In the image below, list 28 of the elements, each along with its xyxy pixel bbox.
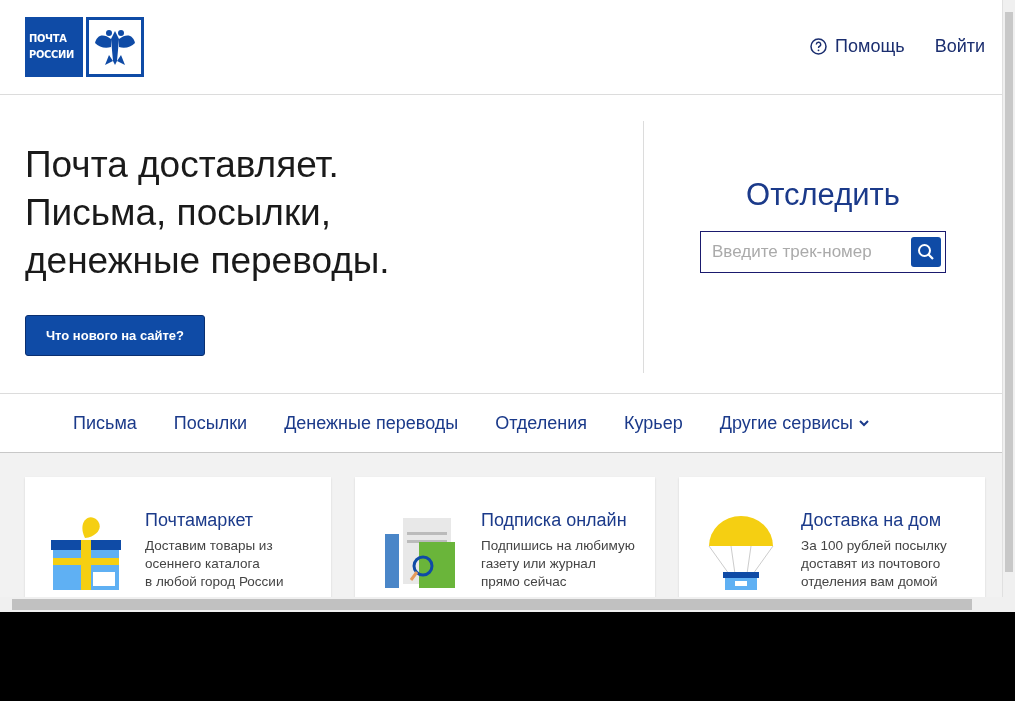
search-icon (917, 243, 935, 261)
nav-link[interactable]: Посылки (173, 412, 248, 434)
track-title: Отследить (746, 177, 900, 213)
logo-wordmark[interactable]: ПОЧТА РОССИИ (25, 17, 83, 77)
nav-link[interactable]: Денежные переводы (284, 412, 459, 434)
service-card[interactable]: Доставка на дом За 100 рублей посылку доставят из почтового отделения вам домой (679, 477, 985, 597)
service-card[interactable]: Почтамаркет Доставим товары из осеннего каталога в любой город России (25, 477, 331, 597)
card-description: Подпишись на любимую газету или журнал прямо сейчас (481, 537, 635, 591)
nav-link[interactable]: Отделения (495, 412, 588, 434)
help-link[interactable]: Помощь (810, 35, 905, 57)
card-title[interactable]: Подписка онлайн (481, 510, 635, 531)
whats-new-button[interactable]: Что нового на сайте? (25, 315, 205, 356)
card-description: За 100 рублей посылку доставят из почтового отделения вам домой (801, 537, 947, 591)
nav-link[interactable]: Курьер (624, 412, 683, 434)
help-icon (810, 37, 828, 55)
card-title[interactable]: Доставка на дом (801, 510, 947, 531)
vertical-scrollbar[interactable] (1002, 0, 1015, 597)
card-title[interactable]: Почтамаркет (145, 510, 284, 531)
search-button[interactable] (911, 237, 941, 267)
horizontal-scrollbar[interactable] (0, 597, 1015, 612)
track-number-field[interactable]: Введите трек-номер (700, 231, 946, 273)
nav-link[interactable]: Письма (73, 412, 137, 434)
hero-headline: Почта доставляет. Письма, посылки, денежные переводы. (25, 143, 391, 283)
card-description: Доставим товары из осеннего каталога в любой город России (145, 537, 284, 591)
chevron-down-icon (858, 419, 869, 427)
nav-dropdown[interactable]: Другие сервисы (719, 412, 869, 434)
login-link[interactable]: Войти (934, 35, 985, 57)
service-card[interactable]: Подписка онлайн Подпишись на любимую газету или журнал прямо сейчас (355, 477, 655, 597)
